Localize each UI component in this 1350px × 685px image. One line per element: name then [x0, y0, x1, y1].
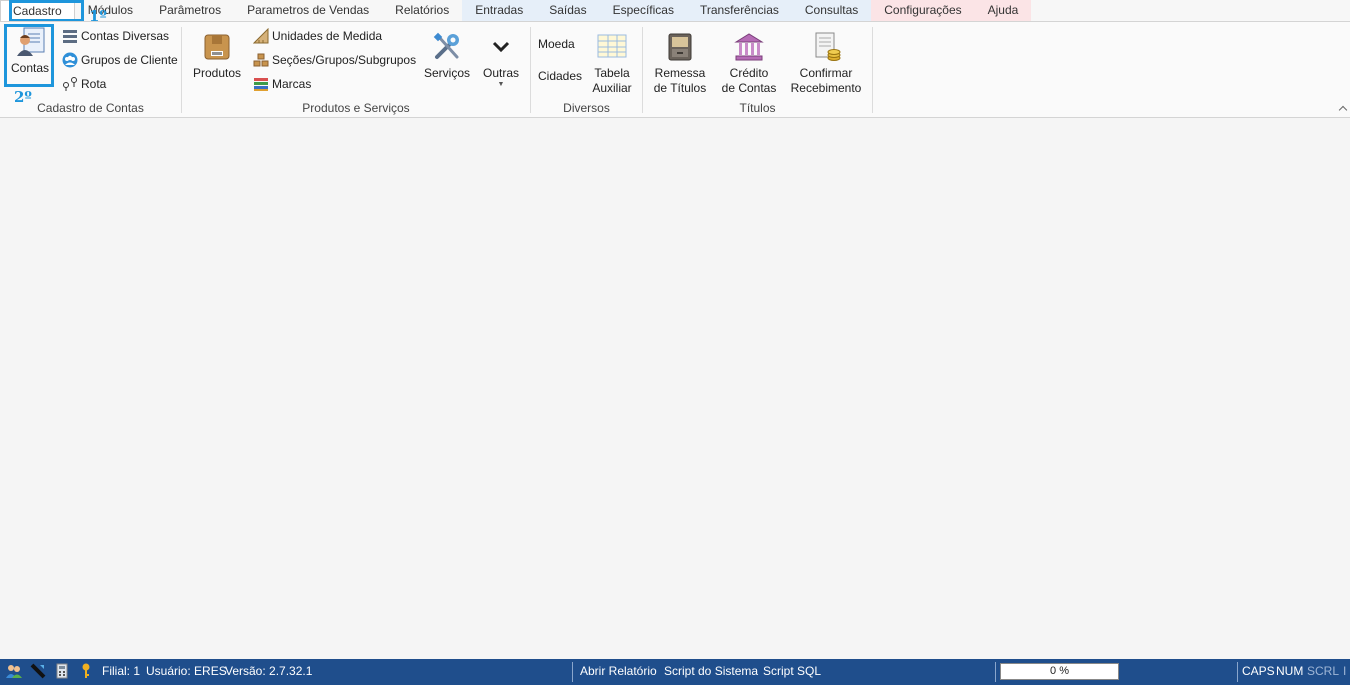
- tab-parametros[interactable]: Parâmetros: [146, 0, 234, 21]
- tab-relatorios[interactable]: Relatórios: [382, 0, 462, 21]
- group-titulos: Remessa de Títulos Crédito de Contas Con…: [643, 22, 872, 118]
- remessa-label-line1: Remessa: [654, 66, 706, 80]
- key-icon[interactable]: [78, 663, 94, 679]
- tab-transferencias[interactable]: Transferências: [686, 0, 792, 21]
- abrir-relatorio-link[interactable]: Abrir Relatório: [580, 664, 657, 678]
- ins-indicator: I: [1343, 664, 1347, 678]
- group-separator: [872, 27, 873, 113]
- bank-icon: [734, 33, 764, 61]
- script-sql-link[interactable]: Script SQL: [763, 664, 821, 678]
- highlight-tab-cadastro: [9, 0, 84, 22]
- chevron-down-icon: [492, 41, 510, 53]
- users-icon[interactable]: [6, 663, 22, 679]
- cidades-button[interactable]: Cidades: [538, 66, 582, 86]
- contas-diversas-label: Contas Diversas: [81, 29, 170, 43]
- confirmar-recebimento-button[interactable]: Confirmar Recebimento: [789, 31, 863, 96]
- confirmar-label-line2: Recebimento: [790, 81, 862, 95]
- tab-consultas[interactable]: Consultas: [791, 0, 872, 21]
- secoes-grupos-subgrupos-button[interactable]: Seções/Grupos/Subgrupos: [253, 50, 416, 70]
- dropdown-arrow-icon: ▼: [497, 81, 505, 88]
- status-separator: [1237, 662, 1238, 682]
- user-group-icon: [62, 52, 78, 68]
- paint-icon[interactable]: [30, 663, 46, 679]
- credito-de-contas-button[interactable]: Crédito de Contas: [719, 31, 779, 96]
- tools-icon: [433, 32, 459, 59]
- main-workspace: [0, 119, 1350, 659]
- tab-saidas[interactable]: Saídas: [536, 0, 600, 21]
- secoes-grupos-subgrupos-label: Seções/Grupos/Subgrupos: [272, 53, 417, 67]
- tabela-auxiliar-label-line2: Auxiliar: [592, 81, 632, 95]
- ruler-icon: [253, 28, 269, 44]
- highlight-contas-button: [4, 24, 54, 87]
- tab-parametros-de-vendas[interactable]: Parametros de Vendas: [234, 0, 382, 21]
- unidades-de-medida-button[interactable]: Unidades de Medida: [253, 26, 382, 46]
- status-separator: [995, 662, 996, 682]
- produtos-button[interactable]: Produtos: [190, 31, 244, 81]
- group-produtos-e-servicos: Produtos Unidades de Medida Seções/Grupo…: [182, 22, 530, 118]
- versao-text: Versão: 2.7.32.1: [225, 664, 313, 678]
- servicos-button[interactable]: Serviços: [422, 31, 472, 81]
- table-icon: [597, 34, 627, 58]
- product-box-icon: [204, 34, 230, 60]
- status-separator: [572, 662, 573, 682]
- servicos-label: Serviços: [423, 66, 470, 80]
- produtos-label: Produtos: [192, 66, 242, 80]
- tabela-auxiliar-label-line1: Tabela: [594, 66, 630, 80]
- ribbon-collapse-icon[interactable]: [1338, 105, 1348, 115]
- usuario-text: Usuário: ERES: [146, 664, 227, 678]
- rota-button[interactable]: Rota: [62, 74, 106, 94]
- contas-diversas-button[interactable]: Contas Diversas: [62, 26, 169, 46]
- grupos-de-cliente-label: Grupos de Cliente: [81, 53, 178, 67]
- remessa-de-titulos-button[interactable]: Remessa de Títulos: [651, 31, 709, 96]
- filial-text: Filial: 1: [102, 664, 141, 678]
- tab-ajuda[interactable]: Ajuda: [974, 0, 1032, 21]
- tab-entradas[interactable]: Entradas: [462, 0, 537, 21]
- moeda-button[interactable]: Moeda: [538, 34, 575, 54]
- route-icon: [63, 77, 77, 91]
- boxes-icon: [253, 53, 269, 67]
- outras-dropdown-button[interactable]: Outras ▼: [480, 31, 522, 89]
- list-icon: [63, 30, 77, 43]
- calculator-icon[interactable]: [54, 663, 70, 679]
- rota-label: Rota: [81, 77, 107, 91]
- unidades-de-medida-label: Unidades de Medida: [272, 29, 383, 43]
- tabela-auxiliar-button[interactable]: Tabela Auxiliar: [587, 31, 637, 96]
- scrl-indicator: SCRL: [1307, 664, 1340, 678]
- document-coins-icon: [815, 32, 841, 61]
- tab-configuracoes[interactable]: Configurações: [871, 0, 975, 21]
- group-label-titulos: Títulos: [739, 101, 776, 115]
- marcas-label: Marcas: [272, 77, 312, 91]
- cidades-label: Cidades: [538, 69, 583, 83]
- group-label-diversos: Diversos: [563, 101, 610, 115]
- step-2-label: 2º: [14, 88, 32, 106]
- ribbon-tab-bar: Cadastro Módulos Parâmetros Parametros d…: [0, 0, 1350, 21]
- tab-especificas[interactable]: Específicas: [599, 0, 687, 21]
- tags-icon: [254, 78, 268, 91]
- outras-label: Outras: [482, 66, 519, 80]
- archive-icon: [668, 33, 692, 61]
- caps-indicator: CAPS: [1242, 664, 1275, 678]
- group-diversos: Moeda Cidades Tabela Auxiliar Diversos: [531, 22, 642, 118]
- group-label-produtos-e-servicos: Produtos e Serviços: [302, 101, 410, 115]
- grupos-de-cliente-button[interactable]: Grupos de Cliente: [62, 50, 178, 70]
- script-do-sistema-link[interactable]: Script do Sistema: [664, 664, 758, 678]
- progress-bar: 0 %: [1000, 663, 1119, 680]
- tab-modulos[interactable]: Módulos: [75, 0, 146, 21]
- remessa-label-line2: de Títulos: [653, 81, 707, 95]
- ribbon-panel: Contas Contas Diversas Grupos de Cliente: [0, 21, 1350, 118]
- marcas-button[interactable]: Marcas: [253, 74, 311, 94]
- credito-label-line2: de Contas: [721, 81, 777, 95]
- status-bar: Filial: 1 Usuário: ERES Versão: 2.7.32.1…: [0, 659, 1350, 685]
- moeda-label: Moeda: [538, 37, 575, 51]
- num-indicator: NUM: [1276, 664, 1304, 678]
- credito-label-line1: Crédito: [729, 66, 769, 80]
- confirmar-label-line1: Confirmar: [799, 66, 853, 80]
